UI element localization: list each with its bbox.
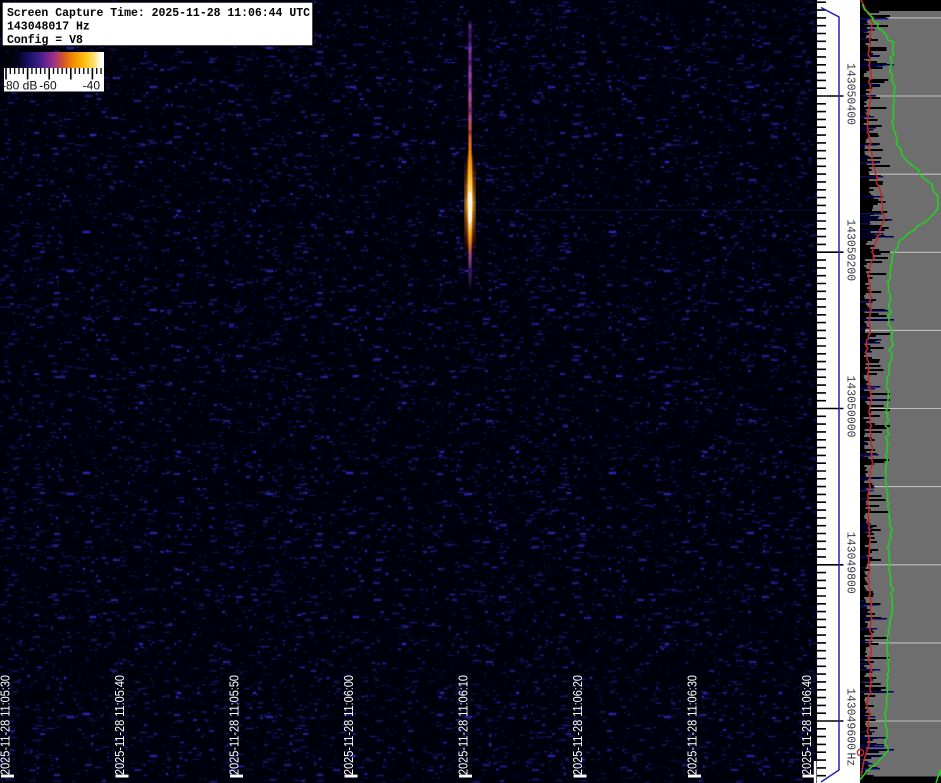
- svg-text:143049800: 143049800: [844, 532, 857, 594]
- svg-text:Config = V8: Config = V8: [7, 34, 83, 47]
- svg-text:2025-11-28 11:05:50: 2025-11-28 11:05:50: [227, 675, 241, 775]
- svg-text:2025-11-28 11:06:30: 2025-11-28 11:06:30: [685, 675, 699, 775]
- svg-text:Hz: Hz: [844, 753, 857, 767]
- svg-text:-40: -40: [83, 79, 101, 93]
- svg-text:2025-11-28 11:06:40: 2025-11-28 11:06:40: [800, 675, 814, 775]
- svg-text:143048017 Hz: 143048017 Hz: [7, 21, 90, 34]
- svg-text:2025-11-28 11:06:20: 2025-11-28 11:06:20: [571, 675, 585, 775]
- svg-text:143050000: 143050000: [844, 376, 857, 438]
- svg-text:143050200: 143050200: [844, 219, 857, 281]
- svg-text:2025-11-28 11:06:00: 2025-11-28 11:06:00: [342, 675, 356, 775]
- svg-text:2025-11-28 11:05:30: 2025-11-28 11:05:30: [0, 675, 12, 775]
- svg-text:Screen Capture Time: 2025-11-2: Screen Capture Time: 2025-11-28 11:06:44…: [7, 7, 310, 20]
- svg-text:2025-11-28 11:06:10: 2025-11-28 11:06:10: [456, 675, 470, 775]
- svg-text:143049600: 143049600: [844, 688, 857, 750]
- svg-text:143050400: 143050400: [844, 63, 857, 125]
- svg-text:-60: -60: [39, 79, 57, 93]
- svg-text:-80 dB: -80 dB: [2, 79, 37, 93]
- svg-text:2025-11-28 11:05:40: 2025-11-28 11:05:40: [113, 675, 127, 775]
